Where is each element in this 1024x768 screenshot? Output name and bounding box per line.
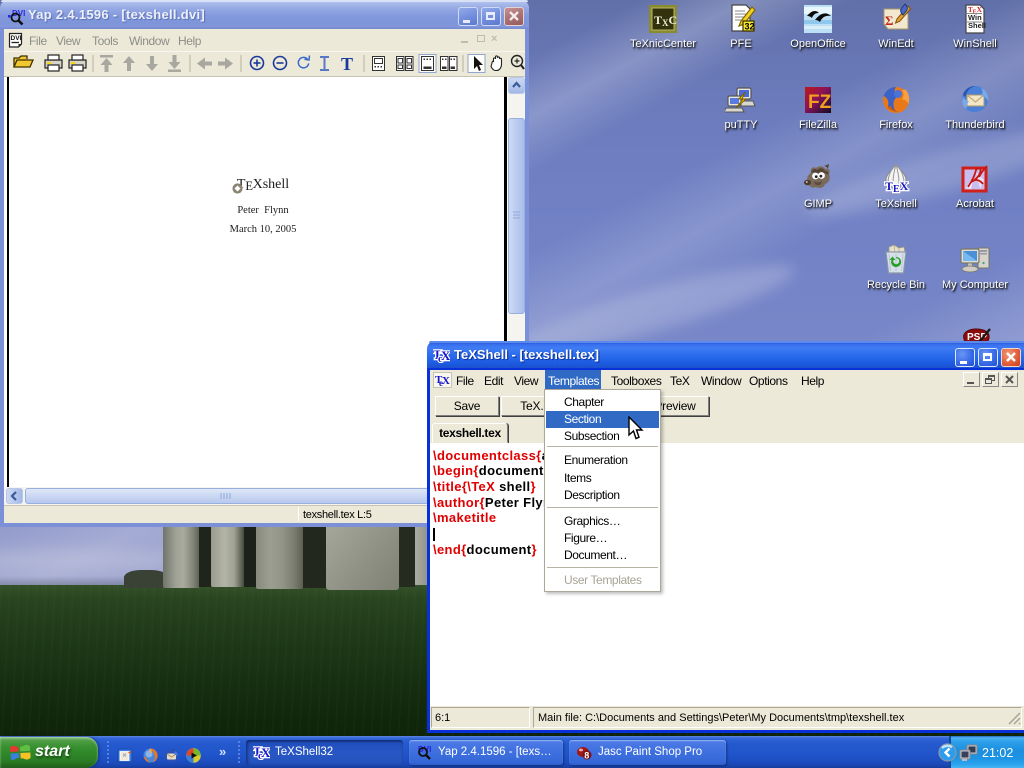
svg-text:X: X [261, 745, 270, 760]
svg-text:DVI: DVI [11, 35, 22, 42]
svg-text:32: 32 [745, 22, 755, 32]
svg-text:8: 8 [584, 751, 589, 761]
svg-text:X: X [442, 375, 450, 387]
svg-text:FZ: FZ [808, 92, 832, 113]
svg-text:Σ: Σ [885, 13, 894, 28]
svg-text:X: X [441, 348, 450, 363]
svg-text:T: T [341, 54, 353, 74]
